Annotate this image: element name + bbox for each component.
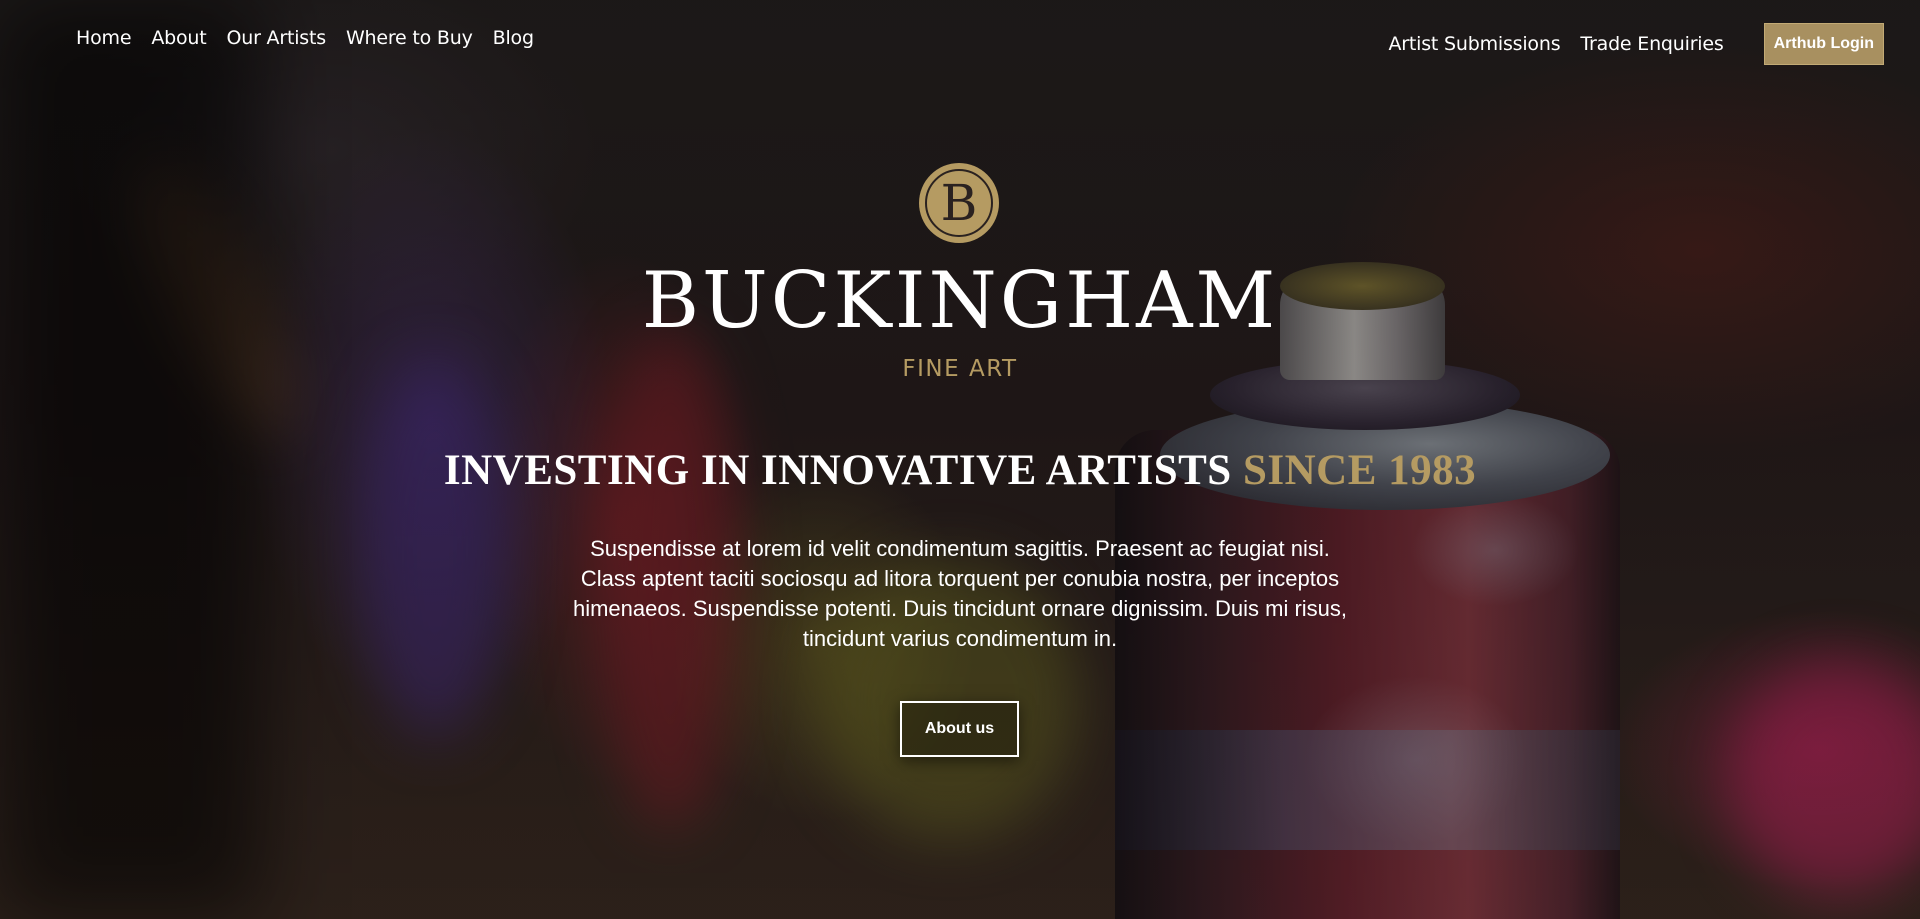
- nav-link-trade-enquiries[interactable]: Trade Enquiries: [1580, 33, 1723, 55]
- about-us-button[interactable]: About us: [900, 701, 1019, 757]
- hero-body-text: Suspendisse at lorem id velit condimentu…: [572, 536, 1348, 651]
- nav-link-home[interactable]: Home: [76, 27, 132, 49]
- headline-accent: SINCE 1983: [1242, 447, 1477, 494]
- brand-wordmark: BUCKINGHAM: [641, 256, 1279, 346]
- nav-link-artist-submissions[interactable]: Artist Submissions: [1388, 33, 1560, 55]
- brand-subtitle: FINE ART: [902, 356, 1018, 382]
- buckingham-monogram-logo-icon: B: [919, 163, 999, 243]
- nav-link-our-artists[interactable]: Our Artists: [227, 27, 327, 49]
- svg-text:B: B: [941, 174, 978, 232]
- hero-headline: INVESTING IN INNOVATIVE ARTISTS SINCE 19…: [0, 446, 1920, 496]
- nav-link-where-to-buy[interactable]: Where to Buy: [346, 27, 473, 49]
- secondary-nav: Artist Submissions Trade Enquiries Arthu…: [1388, 23, 1884, 65]
- nav-link-about[interactable]: About: [151, 27, 206, 49]
- arthub-login-button[interactable]: Arthub Login: [1763, 23, 1884, 65]
- primary-nav: Home About Our Artists Where to Buy Blog: [76, 27, 534, 49]
- headline-main: INVESTING IN INNOVATIVE ARTISTS: [443, 447, 1232, 494]
- nav-link-blog[interactable]: Blog: [493, 27, 534, 49]
